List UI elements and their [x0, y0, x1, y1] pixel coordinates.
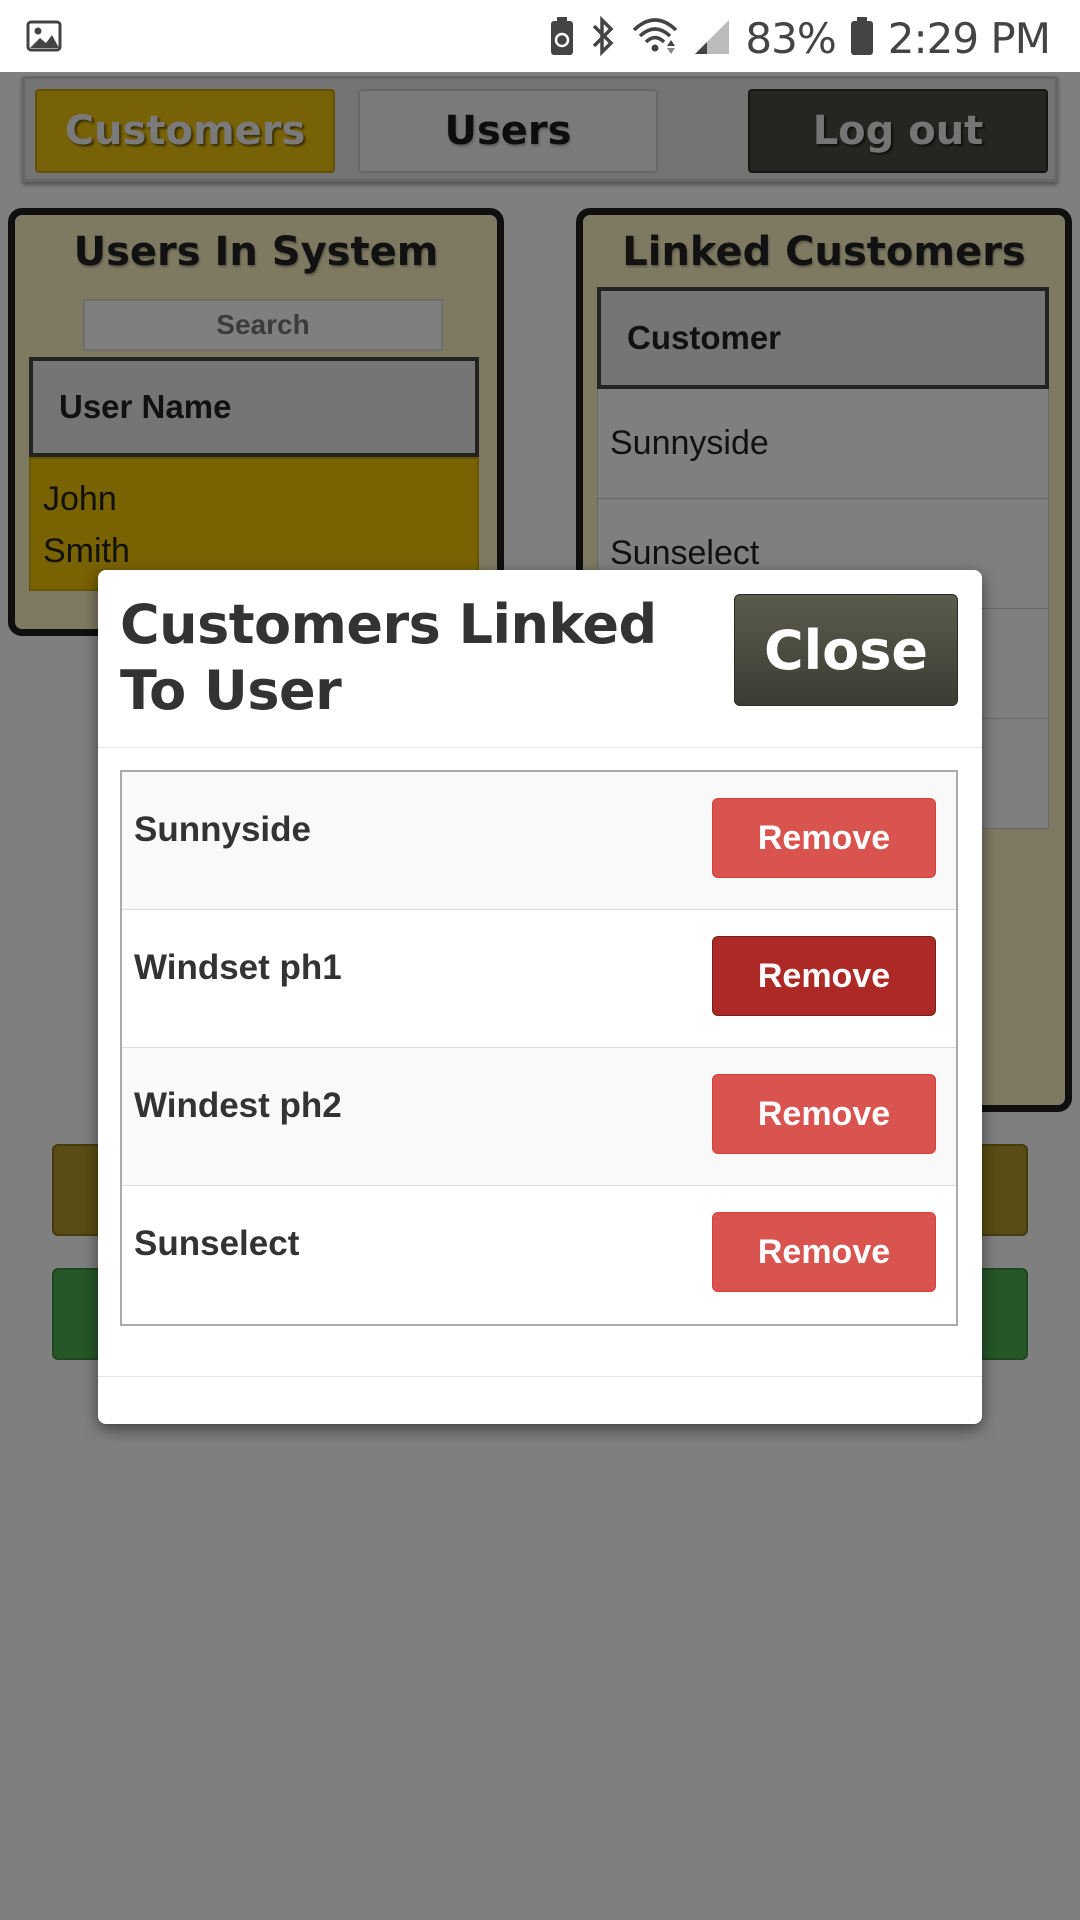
- customer-name: Sunnyside: [134, 810, 311, 849]
- battery-icon: [850, 16, 874, 61]
- remove-button[interactable]: Remove: [712, 936, 936, 1016]
- clock: 2:29 PM: [887, 13, 1051, 63]
- battery-saver-icon: [549, 16, 575, 61]
- signal-icon: [693, 16, 731, 61]
- status-bar: 83% 2:29 PM: [0, 0, 1080, 72]
- remove-button[interactable]: Remove: [712, 1074, 936, 1154]
- close-button[interactable]: Close: [734, 594, 958, 706]
- table-row: Sunselect Remove: [122, 1186, 956, 1324]
- image-icon: [26, 18, 62, 59]
- remove-button[interactable]: Remove: [712, 1212, 936, 1292]
- linked-customers-table: Sunnyside Remove Windset ph1 Remove Wind…: [120, 770, 958, 1326]
- table-row: Sunnyside Remove: [122, 772, 956, 910]
- modal-header: Customers Linked To User Close: [98, 570, 982, 748]
- wifi-icon: [631, 16, 679, 61]
- battery-percent: 83%: [745, 13, 836, 63]
- customer-name: Windset ph1: [134, 948, 342, 987]
- table-row: Windest ph2 Remove: [122, 1048, 956, 1186]
- table-row: Windset ph1 Remove: [122, 910, 956, 1048]
- bluetooth-icon: [589, 15, 617, 62]
- modal-title: Customers Linked To User: [120, 593, 657, 722]
- customers-linked-modal: Customers Linked To User Close Sunnyside…: [98, 570, 982, 1424]
- customer-name: Sunselect: [134, 1224, 300, 1263]
- customer-name: Windest ph2: [134, 1086, 342, 1125]
- remove-button[interactable]: Remove: [712, 798, 936, 878]
- modal-footer: [98, 1376, 982, 1424]
